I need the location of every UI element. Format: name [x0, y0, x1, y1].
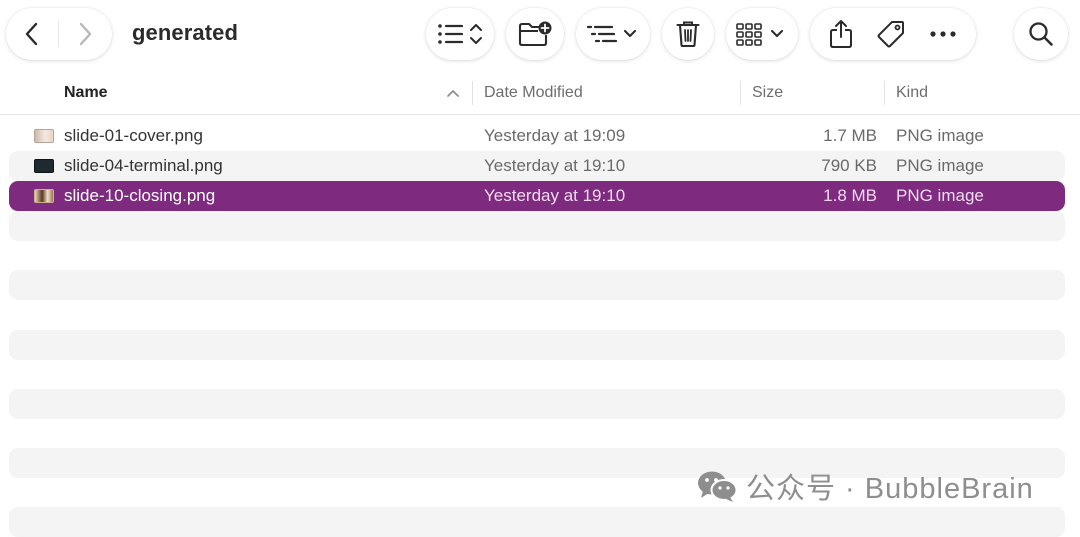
- chevron-right-icon: [79, 22, 92, 46]
- column-name[interactable]: Name: [64, 72, 108, 114]
- wechat-icon: [698, 471, 738, 502]
- folder-plus-icon: [518, 21, 552, 47]
- watermark-text: 公众号 · BubbleBrain: [746, 473, 1034, 505]
- share-button[interactable]: [829, 19, 853, 49]
- group-by-button[interactable]: [576, 8, 650, 60]
- empty-row: [9, 270, 1065, 300]
- file-row[interactable]: slide-01-cover.png Yesterday at 19:09 1.…: [9, 121, 1065, 151]
- icon-grid-icon: [736, 23, 784, 46]
- search-button[interactable]: [1014, 8, 1068, 60]
- image-thumbnail-icon: [33, 121, 55, 151]
- file-row[interactable]: slide-04-terminal.png Yesterday at 19:10…: [9, 151, 1065, 181]
- file-date: Yesterday at 19:10: [484, 156, 626, 175]
- chevron-left-icon: [25, 22, 38, 46]
- column-header: Name Date Modified Size Kind: [0, 72, 1080, 115]
- file-size: 1.8 MB: [823, 186, 877, 205]
- list-view-icon: [438, 24, 482, 44]
- image-thumbnail-icon: [33, 181, 55, 211]
- sort-ascending-icon[interactable]: [444, 72, 462, 114]
- tag-button[interactable]: [876, 19, 906, 49]
- trash-button[interactable]: [662, 8, 714, 60]
- image-thumbnail-icon: [33, 151, 55, 181]
- empty-row: [9, 389, 1065, 419]
- file-date: Yesterday at 19:09: [484, 126, 626, 145]
- empty-row: [9, 507, 1065, 537]
- empty-row: [9, 330, 1065, 360]
- column-date-modified[interactable]: Date Modified: [484, 72, 583, 114]
- column-divider[interactable]: [472, 81, 473, 105]
- file-kind: PNG image: [896, 156, 984, 175]
- icon-view-button[interactable]: [726, 8, 798, 60]
- ellipsis-icon: [930, 31, 956, 37]
- back-button[interactable]: [6, 8, 58, 60]
- file-row-selected[interactable]: slide-10-closing.png Yesterday at 19:10 …: [9, 181, 1065, 211]
- search-icon: [1029, 22, 1053, 46]
- column-kind[interactable]: Kind: [896, 72, 928, 114]
- file-kind: PNG image: [896, 126, 984, 145]
- folder-title: generated: [132, 20, 239, 45]
- toolbar: generated: [0, 0, 1080, 70]
- file-size: 790 KB: [821, 156, 877, 175]
- actions-group: [810, 8, 976, 60]
- navigation-group: [6, 8, 112, 60]
- column-divider[interactable]: [884, 81, 885, 105]
- tag-icon: [877, 21, 904, 48]
- column-divider[interactable]: [740, 81, 741, 105]
- file-name: slide-01-cover.png: [64, 126, 203, 145]
- trash-icon: [676, 21, 700, 48]
- file-name: slide-10-closing.png: [64, 186, 216, 205]
- new-folder-button[interactable]: [506, 8, 564, 60]
- share-icon: [830, 20, 853, 48]
- file-size: 1.7 MB: [823, 126, 877, 145]
- forward-button[interactable]: [59, 8, 111, 60]
- empty-row: [9, 211, 1065, 241]
- column-size[interactable]: Size: [752, 72, 783, 114]
- group-by-icon: [586, 25, 637, 43]
- file-date: Yesterday at 19:10: [484, 186, 626, 205]
- view-mode-button[interactable]: [426, 8, 494, 60]
- file-name: slide-04-terminal.png: [64, 156, 223, 175]
- file-kind: PNG image: [896, 186, 984, 205]
- more-button[interactable]: [929, 30, 957, 38]
- watermark: 公众号 · BubbleBrain: [696, 464, 1034, 508]
